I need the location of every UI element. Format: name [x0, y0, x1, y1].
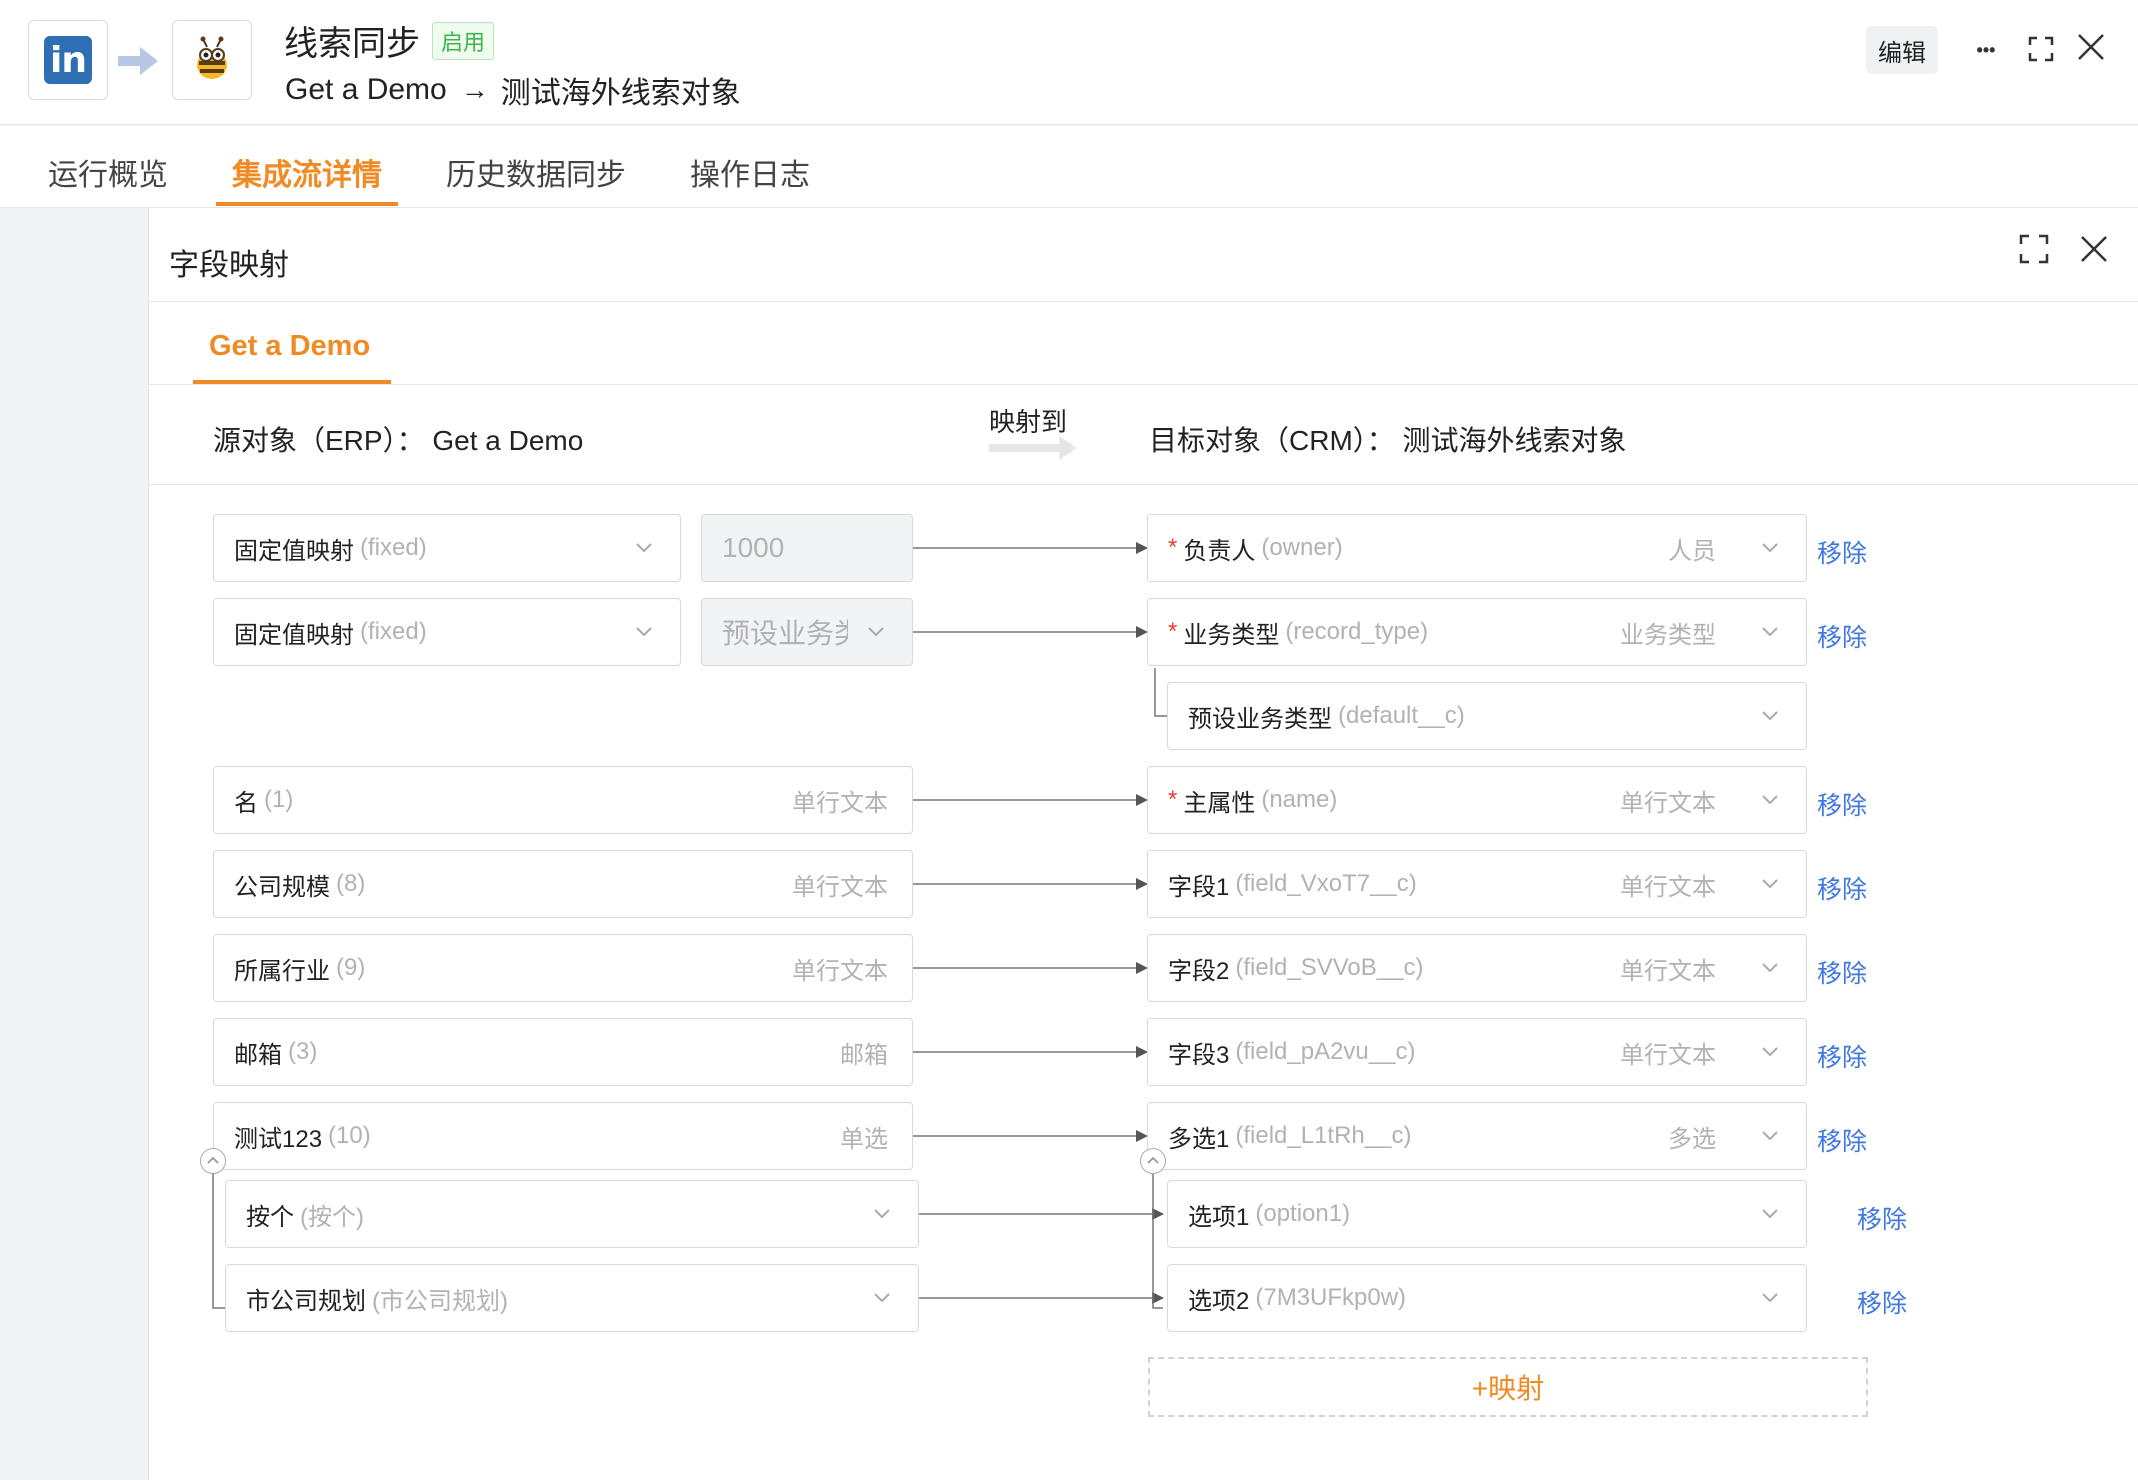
tab-flow-details[interactable]: 集成流详情: [232, 150, 382, 208]
bee-icon: [197, 36, 227, 79]
flow-route: Get a Demo → 测试海外线索对象: [285, 68, 741, 112]
chevron-down-icon: [874, 1293, 890, 1303]
expand-icon[interactable]: [2028, 36, 2054, 62]
target-field-select[interactable]: 多选1 (field_L1tRh__c) 多选: [1147, 1102, 1807, 1170]
target-option-select[interactable]: 选项2 (7M3UFkp0w): [1167, 1264, 1807, 1332]
required-marker: *: [1168, 786, 1178, 813]
required-marker: *: [1168, 618, 1178, 645]
chevron-down-icon: [636, 543, 652, 553]
source-field-select[interactable]: 测试123 (10) 单选: [213, 1102, 913, 1170]
tab-bar: 运行概览 集成流详情 历史数据同步 操作日志: [0, 126, 2138, 208]
source-field-select[interactable]: 公司规模 (8) 单行文本: [213, 850, 913, 918]
chevron-down-icon: [1762, 1131, 1778, 1141]
more-icon[interactable]: •••: [1968, 34, 2004, 66]
chevron-down-icon: [1762, 543, 1778, 553]
target-field-select[interactable]: 字段1 (field_VxoT7__c) 单行文本: [1147, 850, 1807, 918]
chevron-down-icon: [1762, 1293, 1778, 1303]
source-option-select[interactable]: 市公司规划 (市公司规划): [225, 1264, 919, 1332]
target-field-select[interactable]: 字段3 (field_pA2vu__c) 单行文本: [1147, 1018, 1807, 1086]
fixed-value-select: 预设业务类: [701, 598, 913, 666]
remove-mapping-link[interactable]: 移除: [1817, 870, 1867, 906]
collapse-icon[interactable]: [200, 1148, 226, 1174]
source-field-select[interactable]: 固定值映射 (fixed): [213, 598, 681, 666]
add-mapping-button[interactable]: +映射: [1148, 1357, 1868, 1417]
target-field-select[interactable]: * 业务类型 (record_type) 业务类型: [1147, 598, 1807, 666]
remove-option-link[interactable]: 移除: [1857, 1200, 1907, 1236]
source-field-select[interactable]: 所属行业 (9) 单行文本: [213, 934, 913, 1002]
source-field-select[interactable]: 邮箱 (3) 邮箱: [213, 1018, 913, 1086]
required-marker: *: [1168, 534, 1178, 561]
bee-app-icon: [172, 20, 252, 100]
sub-target-field-select[interactable]: 预设业务类型 (default__c): [1167, 682, 1807, 750]
page-title: 线索同步: [284, 25, 420, 63]
status-badge: 启用: [432, 21, 495, 60]
target-option-select[interactable]: 选项1 (option1): [1167, 1180, 1807, 1248]
remove-mapping-link[interactable]: 移除: [1817, 1122, 1867, 1158]
target-field-select[interactable]: 字段2 (field_SVVoB__c) 单行文本: [1147, 934, 1807, 1002]
remove-option-link[interactable]: 移除: [1857, 1284, 1907, 1320]
tab-history-sync[interactable]: 历史数据同步: [446, 150, 626, 208]
route-arrow: →: [460, 74, 489, 105]
target-field-select[interactable]: * 主属性 (name) 单行文本: [1147, 766, 1807, 834]
tab-overview[interactable]: 运行概览: [48, 150, 168, 208]
linkedin-app-icon: in: [28, 20, 108, 100]
fixed-value-input: 1000: [701, 514, 913, 582]
remove-mapping-link[interactable]: 移除: [1817, 1038, 1867, 1074]
collapse-icon[interactable]: [1140, 1148, 1166, 1174]
chevron-down-icon: [1762, 795, 1778, 805]
linkedin-icon: in: [44, 36, 92, 84]
source-option-select[interactable]: 按个 (按个): [225, 1180, 919, 1248]
active-tab-indicator: [216, 202, 398, 206]
target-field-select[interactable]: * 负责人 (owner) 人员: [1147, 514, 1807, 582]
chevron-down-icon: [874, 1209, 890, 1219]
remove-mapping-link[interactable]: 移除: [1817, 534, 1867, 570]
chevron-down-icon: [1762, 963, 1778, 973]
remove-mapping-link[interactable]: 移除: [1817, 954, 1867, 990]
source-field-select[interactable]: 名 (1) 单行文本: [213, 766, 913, 834]
chevron-down-icon: [1762, 1209, 1778, 1219]
source-field-select[interactable]: 固定值映射 (fixed): [213, 514, 681, 582]
remove-mapping-link[interactable]: 移除: [1817, 618, 1867, 654]
arrow-right-icon: [118, 47, 158, 75]
field-mapping-panel: 字段映射 Get a Demo 源对象（ERP）： Get a Demo 目标对…: [148, 208, 2138, 1480]
chevron-down-icon: [1762, 711, 1778, 721]
remove-mapping-link[interactable]: 移除: [1817, 786, 1867, 822]
header: in 线索同步 启用 Get a Demo → 测试海外线索对象 编辑 •••: [0, 0, 2138, 125]
chevron-down-icon: [1762, 1047, 1778, 1057]
chevron-down-icon: [1762, 879, 1778, 889]
tab-operation-log[interactable]: 操作日志: [690, 150, 810, 208]
target-name: 测试海外线索对象: [500, 77, 741, 110]
chevron-down-icon: [636, 627, 652, 637]
source-name: Get a Demo: [285, 73, 447, 106]
chevron-down-icon: [868, 627, 884, 637]
chevron-down-icon: [1762, 627, 1778, 637]
close-icon[interactable]: [2076, 32, 2106, 62]
edit-button[interactable]: 编辑: [1866, 26, 1938, 74]
